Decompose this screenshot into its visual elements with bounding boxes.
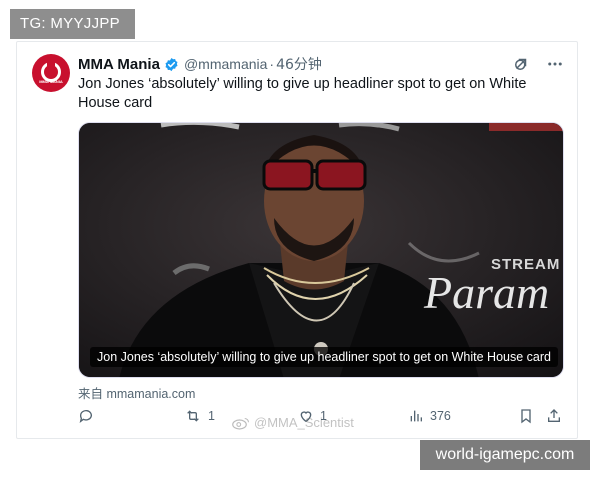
- timestamp[interactable]: 46分钟: [276, 54, 322, 74]
- media-caption: Jon Jones ‘absolutely’ willing to give u…: [90, 347, 558, 367]
- avatar-logo-text: MMA MANIA: [39, 79, 63, 84]
- retweet-icon: [187, 410, 199, 422]
- tweet-source[interactable]: 来自 mmamania.com: [78, 383, 195, 402]
- tweet-text: Jon Jones ‘absolutely’ willing to give u…: [78, 76, 527, 111]
- verified-badge-icon: [165, 57, 178, 71]
- grok-icon[interactable]: [512, 55, 530, 73]
- media-logo-text: Param: [424, 267, 550, 318]
- more-icon[interactable]: [546, 55, 564, 73]
- reply-icon: [79, 410, 92, 423]
- header-separator: ·: [269, 56, 275, 72]
- media-photo: [79, 123, 563, 377]
- reply-button[interactable]: [78, 408, 100, 424]
- author-name[interactable]: MMA Mania: [78, 56, 160, 73]
- tweet-media-image[interactable]: STREAM Param Jon Jones ‘absolutely’ will…: [78, 122, 564, 378]
- watermark: @MMA_Scientist: [232, 415, 354, 430]
- views-button[interactable]: 376: [408, 408, 451, 424]
- avatar[interactable]: MMA MANIA: [32, 54, 70, 92]
- author-handle[interactable]: @mmamania: [184, 56, 267, 72]
- tweet-header: MMA Mania @mmamania · 46分钟: [78, 54, 322, 74]
- views-count: 376: [430, 409, 451, 423]
- weibo-icon: [232, 417, 250, 430]
- tg-label: TG: MYYJJPP: [10, 9, 135, 39]
- tweet-top-actions: [512, 55, 564, 73]
- bookmark-button[interactable]: [518, 408, 540, 424]
- share-icon: [548, 409, 560, 422]
- watermark-text: @MMA_Scientist: [254, 415, 354, 430]
- site-badge: world-igamepc.com: [420, 440, 590, 470]
- bookmark-icon: [521, 409, 531, 424]
- views-icon: [410, 410, 422, 422]
- share-button[interactable]: [546, 408, 568, 424]
- retweet-count: 1: [208, 409, 215, 423]
- retweet-button[interactable]: 1: [184, 408, 215, 424]
